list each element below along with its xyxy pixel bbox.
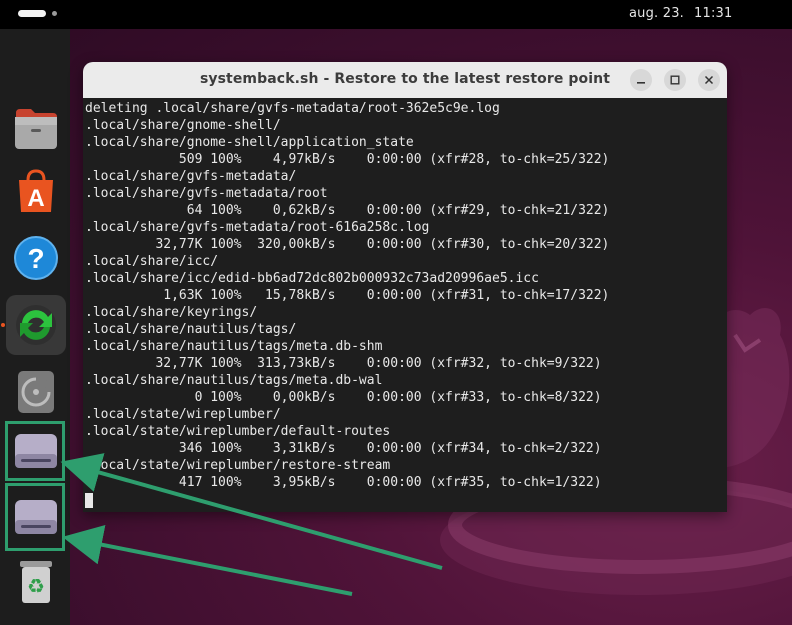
- workspace-dot[interactable]: [52, 11, 57, 16]
- terminal-line: 32,77K 100% 313,73kB/s 0:00:00 (xfr#32, …: [85, 356, 602, 371]
- dock-item-help[interactable]: ?: [6, 228, 66, 288]
- clock-date: aug. 23.: [629, 6, 684, 21]
- terminal-line: .local/state/wireplumber/default-routes: [85, 424, 391, 439]
- terminal-line: 417 100% 3,95kB/s 0:00:00 (xfr#35, to-ch…: [85, 475, 602, 490]
- terminal-line: .local/share/keyrings/: [85, 305, 258, 320]
- arrow-to-disk-2: [62, 525, 353, 596]
- svg-text:♻: ♻: [27, 574, 45, 598]
- activities-indicator[interactable]: [18, 10, 57, 17]
- systemback-icon: [16, 305, 56, 345]
- close-button[interactable]: [698, 69, 720, 91]
- window-titlebar[interactable]: systemback.sh - Restore to the latest re…: [83, 62, 727, 98]
- dock-item-files[interactable]: [6, 99, 66, 159]
- dock-item-trash[interactable]: ♻: [6, 552, 66, 612]
- dock-item-disk-drive-1[interactable]: [6, 421, 66, 481]
- top-bar: aug. 23. 11:31: [0, 0, 792, 29]
- clock[interactable]: aug. 23. 11:31: [629, 6, 732, 21]
- terminal-line: 509 100% 4,97kB/s 0:00:00 (xfr#28, to-ch…: [85, 152, 610, 167]
- dock-item-app-center[interactable]: A: [6, 161, 66, 221]
- terminal-line: .local/share/nautilus/tags/: [85, 322, 297, 337]
- terminal-line: 32,77K 100% 320,00kB/s 0:00:00 (xfr#30, …: [85, 237, 610, 252]
- help-icon: ?: [14, 236, 58, 280]
- terminal-line: .local/share/gvfs-metadata/: [85, 169, 297, 184]
- maximize-button[interactable]: [664, 69, 686, 91]
- trash-icon: ♻: [20, 561, 52, 603]
- terminal-line: 64 100% 0,62kB/s 0:00:00 (xfr#29, to-chk…: [85, 203, 610, 218]
- terminal-line: .local/share/gnome-shell/application_sta…: [85, 135, 414, 150]
- terminal-line: .local/share/gvfs-metadata/root: [85, 186, 328, 201]
- terminal-line: .local/state/wireplumber/: [85, 407, 281, 422]
- terminal-line: .local/share/gnome-shell/: [85, 118, 281, 133]
- minimize-icon: [637, 82, 645, 84]
- terminal-line: .local/share/nautilus/tags/meta.db-wal: [85, 373, 383, 388]
- dock-item-disk-drive-2[interactable]: [6, 487, 66, 547]
- disk-drive-icon: [15, 500, 57, 534]
- optical-drive-icon: [18, 371, 54, 413]
- terminal-line: deleting .local/share/gvfs-metadata/root…: [85, 101, 500, 116]
- dock-item-systemback[interactable]: [6, 295, 66, 355]
- dock: A ? ♻: [0, 29, 70, 625]
- terminal-line: .local/share/icc/: [85, 254, 219, 269]
- terminal-line: .local/share/gvfs-metadata/root-616a258c…: [85, 220, 430, 235]
- terminal-line: .local/share/icc/edid-bb6ad72dc802b00093…: [85, 271, 539, 286]
- terminal-line: 1,63K 100% 15,78kB/s 0:00:00 (xfr#31, to…: [85, 288, 610, 303]
- svg-text:?: ?: [27, 243, 44, 274]
- running-indicator: [1, 323, 5, 327]
- clock-time: 11:31: [694, 6, 733, 21]
- svg-text:A: A: [27, 185, 44, 212]
- terminal-output[interactable]: deleting .local/share/gvfs-metadata/root…: [85, 100, 727, 512]
- files-icon: [15, 109, 57, 149]
- terminal-line: .local/share/nautilus/tags/meta.db-shm: [85, 339, 383, 354]
- terminal-cursor: [85, 493, 93, 508]
- workspace-active-pill[interactable]: [18, 10, 46, 17]
- terminal-line: 346 100% 3,31kB/s 0:00:00 (xfr#34, to-ch…: [85, 441, 602, 456]
- terminal-line: 0 100% 0,00kB/s 0:00:00 (xfr#33, to-chk=…: [85, 390, 602, 405]
- maximize-icon: [670, 75, 680, 85]
- app-center-icon: A: [19, 169, 53, 212]
- terminal-window: systemback.sh - Restore to the latest re…: [83, 62, 727, 512]
- close-icon: [704, 75, 714, 85]
- terminal-line: .local/state/wireplumber/restore-stream: [85, 458, 391, 473]
- dock-item-optical-drive[interactable]: [6, 362, 66, 422]
- minimize-button[interactable]: [630, 69, 652, 91]
- disk-drive-icon: [15, 434, 57, 468]
